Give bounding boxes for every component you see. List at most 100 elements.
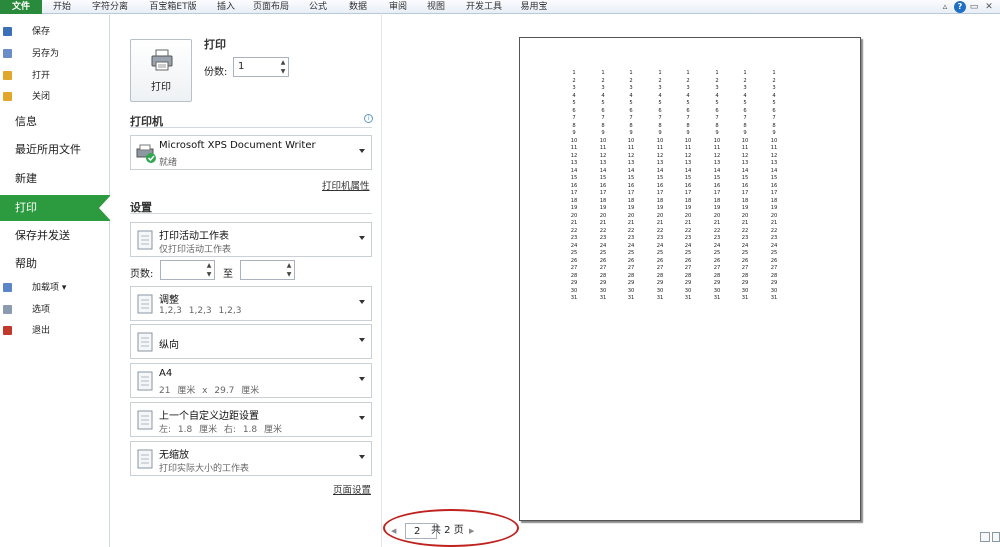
ribbon-tab[interactable]: 百宝箱ET版 [140,0,206,14]
preview-column: 1 2 3 4 5 6 7 8 9 10 11 12 13 14 15 16 17 18 19 20 21 22 23 24 2… [739,70,751,303]
preview-cell: 5 [743,100,747,106]
preview-cell: 17 [684,190,692,196]
ribbon-tab[interactable]: 数据 [340,0,376,14]
preview-column: 1 2 3 4 5 6 7 8 9 10 11 12 13 14 15 16 17 18 19 20 21 22 23 24 2… [568,70,580,303]
preview-cell: 22 [713,227,721,234]
show-margins-icon[interactable] [980,532,990,542]
preview-cell: 29 [656,280,664,286]
collate-dropdown[interactable]: 调整 1,2,3 1,2,3 1,2,3 [130,286,372,321]
preview-cell: 20 [627,212,635,219]
preview-cell: 6 [658,107,662,114]
nav-section[interactable]: 保存并发送 [0,223,110,249]
ribbon-tabs: 文件 开始 字符分离 百宝箱ET版 插入 页面布局 公式 数据 审阅 视图 开发工具 易用宝 [0,0,1000,14]
ribbon-tab[interactable]: 公式 [300,0,336,14]
dropdown-subtitle: 左: 1.8 厘米 右: 1.8 厘米 [159,425,282,435]
restore-window-icon[interactable]: ▭ [968,1,980,13]
preview-cell: 5 [686,100,690,106]
preview-cell: 7 [572,115,576,121]
preview-cell: 22 [656,227,664,234]
preview-cell: 3 [715,85,719,91]
minimize-ribbon-icon[interactable]: ▵ [939,1,951,13]
pages-from-input[interactable]: ▲ ▼ [160,260,215,280]
nav-item[interactable]: 保存 [0,23,110,41]
preview-cell: 26 [656,257,664,264]
zoom-page-icon[interactable] [992,532,1000,542]
print-title: 打印 [204,38,226,51]
preview-cell: 18 [741,197,749,204]
pages-to-input[interactable]: ▲ ▼ [240,260,295,280]
preview-cell: 4 [572,92,576,99]
preview-cell: 18 [713,197,721,204]
nav-item[interactable]: 退出 [0,322,110,340]
paper-size-dropdown[interactable]: A4 21 厘米 x 29.7 厘米 [130,363,372,398]
nav-section[interactable]: 最近所用文件 [0,137,110,163]
nav-item[interactable]: 关闭 [0,88,110,106]
preview-cell: 4 [715,92,719,99]
preview-cell: 9 [629,130,633,136]
preview-cell: 29 [770,280,778,286]
preview-cell: 18 [570,197,578,204]
ribbon-tab[interactable]: 开发工具 [460,0,508,14]
pages-to-stepper-icon[interactable]: ▲ ▼ [284,261,294,279]
printer-dropdown[interactable]: Microsoft XPS Document Writer 就绪 [130,135,372,170]
preview-cell: 2 [572,77,576,84]
preview-cell: 30 [627,287,635,294]
preview-cell: 25 [656,250,664,256]
copies-value: 1 [238,61,245,72]
preview-cell: 11 [713,145,721,151]
nav-item[interactable]: 打开 [0,67,110,85]
nav-section[interactable]: 信息 [0,109,110,135]
ribbon-tab[interactable]: 字符分离 [84,0,136,14]
preview-cell: 4 [658,92,662,99]
preview-cell: 6 [772,107,776,114]
preview-cell: 30 [599,287,607,294]
nav-item-label: 打开 [32,71,51,81]
ribbon-tab[interactable]: 审阅 [382,0,414,14]
copies-stepper-icon[interactable]: ▲ ▼ [278,58,288,76]
dropdown-title: A4 [159,368,173,379]
ribbon-tab[interactable]: 开始 [44,0,80,14]
help-icon[interactable]: ? [954,1,966,13]
ribbon-tab[interactable]: 文件 [0,0,42,14]
preview-cell: 20 [713,212,721,219]
preview-cell: 22 [741,227,749,234]
preview-cell: 8 [715,122,719,129]
nav-item[interactable]: 选项 [0,301,110,319]
divider [130,127,372,128]
nav-section[interactable]: 新建 [0,166,110,192]
preview-cell: 11 [627,145,635,151]
scaling-dropdown[interactable]: 无缩放 打印实际大小的工作表 [130,441,372,476]
ribbon-tab[interactable]: 插入 [210,0,242,14]
print-range-dropdown[interactable]: 打印活动工作表 仅打印活动工作表 [130,222,372,257]
divider [130,213,372,214]
preview-cell: 18 [627,197,635,204]
orientation-dropdown[interactable]: 纵向 [130,324,372,359]
preview-cell: 11 [599,145,607,151]
prev-page-icon[interactable]: ◀ [391,523,396,539]
next-page-icon[interactable]: ▶ [469,523,474,539]
nav-item[interactable]: 另存为 [0,45,110,63]
preview-column: 1 2 3 4 5 6 7 8 9 10 11 12 13 14 15 16 17 18 19 20 21 22 23 24 2… [654,70,666,303]
page-setup-link[interactable]: 页面设置 [333,482,371,496]
pages-from-stepper-icon[interactable]: ▲ ▼ [204,261,214,279]
preview-cell: 19 [770,205,778,211]
preview-cell: 14 [570,167,578,174]
info-icon[interactable]: i [364,114,373,123]
nav-section[interactable]: 帮助 [0,251,110,277]
preview-cell: 27 [627,265,635,271]
nav-item[interactable]: 加载项 ▾ [0,279,110,297]
preview-cell: 1 [572,70,576,76]
preview-column: 1 2 3 4 5 6 7 8 9 10 11 12 13 14 15 16 17 18 19 20 21 22 23 24 2… [597,70,609,303]
nav-section[interactable]: 打印 [0,195,111,221]
ribbon-tab[interactable]: 视图 [418,0,454,14]
copies-input[interactable]: 1 ▲ ▼ [233,57,289,77]
ribbon-tab[interactable]: 页面布局 [246,0,296,14]
preview-cell: 24 [656,242,664,249]
preview-cell: 15 [684,175,692,181]
printer-properties-link[interactable]: 打印机属性 [322,178,370,192]
margins-dropdown[interactable]: 上一个自定义边距设置 左: 1.8 厘米 右: 1.8 厘米 [130,402,372,437]
close-window-icon[interactable]: ✕ [983,1,995,13]
print-button[interactable]: 打印 [130,39,192,102]
ribbon-tab[interactable]: 易用宝 [512,0,556,14]
preview-cell: 8 [686,122,690,129]
